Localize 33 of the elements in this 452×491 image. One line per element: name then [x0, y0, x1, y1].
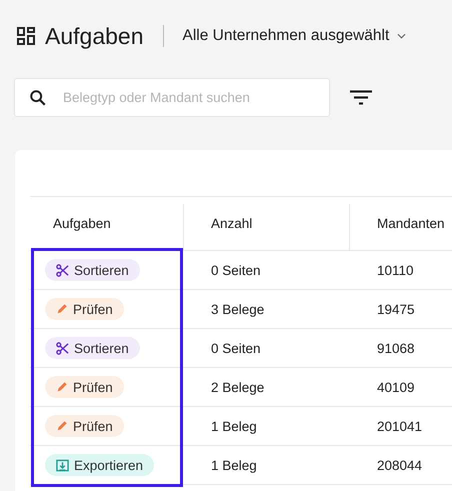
table-cell: 208044 — [377, 458, 422, 472]
page-title: Aufgaben — [45, 22, 144, 50]
task-tag: Sortieren — [45, 259, 140, 281]
caret-icon — [397, 33, 406, 39]
dashboard-icon — [16, 26, 36, 46]
search-field[interactable]: Belegtyp oder Mandant suchen — [14, 78, 330, 117]
table-cell: 40109 — [377, 380, 415, 394]
company-dropdown[interactable]: Alle Unternehmen ausgewählt — [182, 27, 406, 45]
table-cell: 10110 — [377, 262, 414, 278]
table-cell: 1 Beleg — [211, 418, 257, 434]
scissors-icon — [56, 342, 69, 354]
pencil-icon — [56, 303, 68, 315]
column-header[interactable]: Anzahl — [211, 216, 252, 231]
table-cell: 0 Seiten — [211, 262, 261, 278]
filter-icon[interactable] — [350, 90, 372, 106]
scissors-icon — [56, 264, 69, 276]
pencil-icon — [56, 381, 68, 393]
pencil-icon — [56, 420, 68, 432]
table-cell: 3 Belege — [211, 302, 264, 316]
table-cell: 19475 — [377, 302, 415, 316]
table-cell: 1 Beleg — [211, 458, 257, 472]
task-tag: Prüfen — [45, 415, 124, 437]
table-cell: 201041 — [377, 418, 422, 434]
table-cell: 2 Belege — [211, 380, 264, 394]
task-tag: Sortieren — [45, 337, 140, 359]
task-tag: Prüfen — [45, 298, 124, 320]
column-header[interactable]: Mandanten — [377, 216, 445, 231]
download-icon — [56, 458, 69, 472]
column-header[interactable]: Aufgaben — [53, 216, 111, 231]
task-tag: Exportieren — [45, 454, 154, 476]
table-cell: 91068 — [377, 340, 415, 356]
table-cell: 0 Seiten — [211, 340, 261, 356]
task-tag: Prüfen — [45, 376, 124, 398]
